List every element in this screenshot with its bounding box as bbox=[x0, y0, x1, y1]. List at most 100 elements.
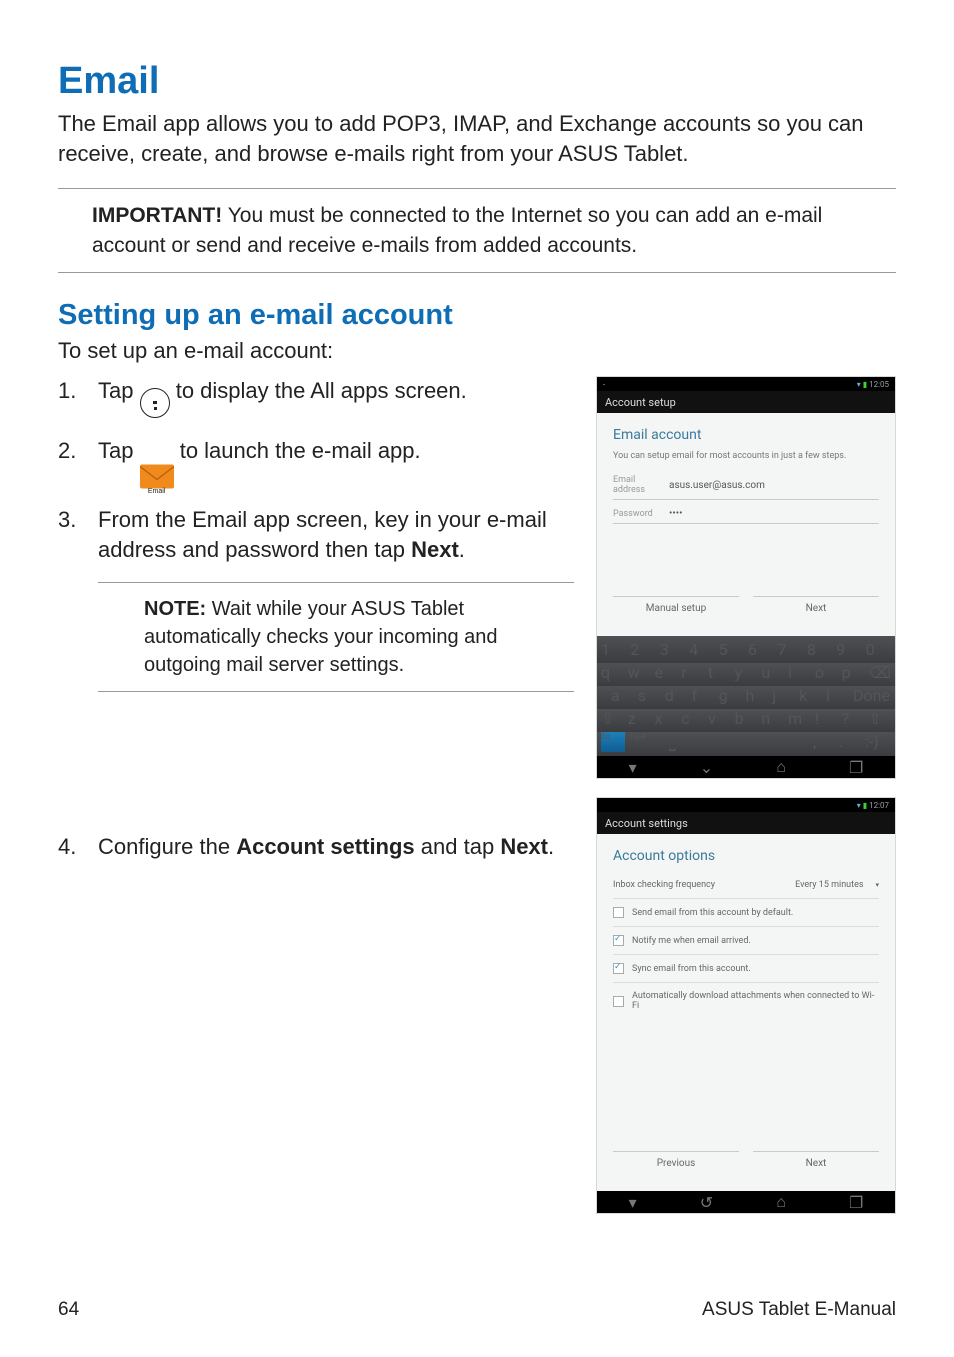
key-o[interactable]: o bbox=[815, 663, 838, 682]
key-k[interactable]: k bbox=[799, 686, 822, 705]
key-w[interactable]: w bbox=[628, 663, 651, 682]
manual-setup-button[interactable]: Manual setup bbox=[613, 596, 739, 620]
key-4[interactable]: 4 bbox=[689, 640, 714, 659]
virtual-keyboard[interactable]: 1 2 3 4 5 6 7 8 9 0 q w e bbox=[597, 636, 895, 756]
inbox-frequency-row[interactable]: Inbox checking frequency Every 15 minute… bbox=[613, 872, 879, 899]
key-g[interactable]: g bbox=[719, 686, 742, 705]
password-field[interactable]: •••• bbox=[669, 508, 879, 519]
key-z[interactable]: z bbox=[628, 709, 651, 728]
key-c[interactable]: c bbox=[681, 709, 704, 728]
key-shift-left[interactable]: ⇧ bbox=[601, 709, 624, 728]
key-backspace[interactable]: ⌫ bbox=[868, 663, 891, 682]
key-question[interactable]: ? bbox=[842, 709, 865, 728]
key-b[interactable]: b bbox=[735, 709, 758, 728]
all-apps-icon bbox=[140, 388, 170, 418]
key-l[interactable]: l bbox=[826, 686, 849, 705]
nav-hide-keyboard-icon[interactable]: ▾ bbox=[629, 758, 637, 777]
option-notify[interactable]: Notify me when email arrived. bbox=[613, 927, 879, 955]
option-sync[interactable]: Sync email from this account. bbox=[613, 955, 879, 983]
checkbox-sync[interactable] bbox=[613, 963, 624, 974]
step-4-text-c: and tap bbox=[415, 834, 501, 859]
password-label: Password bbox=[613, 509, 669, 519]
key-3[interactable]: 3 bbox=[660, 640, 685, 659]
screenshot-account-settings: ▾ ▮ 12:07 Account settings Account optio… bbox=[596, 797, 896, 1214]
previous-button[interactable]: Previous bbox=[613, 1151, 739, 1175]
step-3-text-c: . bbox=[459, 537, 465, 562]
option-default-account[interactable]: Send email from this account by default. bbox=[613, 899, 879, 927]
nav-back-icon[interactable]: ⌄ bbox=[700, 758, 713, 777]
key-period[interactable]: . bbox=[839, 732, 861, 752]
inbox-frequency-value: Every 15 minutes bbox=[795, 880, 863, 890]
nav-recent-icon-2[interactable]: ❐ bbox=[849, 1193, 863, 1212]
key-shift-right[interactable]: ⇧ bbox=[868, 709, 891, 728]
key-y[interactable]: y bbox=[735, 663, 758, 682]
app-bar-2: Account settings bbox=[597, 812, 895, 834]
step-1-text-a: Tap bbox=[98, 378, 140, 403]
key-emoji[interactable]: :-) bbox=[865, 732, 891, 752]
key-f[interactable]: f bbox=[692, 686, 715, 705]
nav-home-icon-2[interactable]: ⌂ bbox=[776, 1192, 786, 1212]
step-3-next: Next bbox=[411, 537, 459, 562]
key-space[interactable]: ⎵ bbox=[669, 732, 809, 752]
next-button[interactable]: Next bbox=[753, 596, 879, 620]
step-3-text-a: From the Email app screen, key in your e… bbox=[98, 507, 547, 563]
key-v[interactable]: v bbox=[708, 709, 731, 728]
key-2[interactable]: 2 bbox=[630, 640, 655, 659]
manual-page: Email The Email app allows you to add PO… bbox=[0, 0, 954, 1357]
checkbox-default-account[interactable] bbox=[613, 907, 624, 918]
key-u[interactable]: u bbox=[761, 663, 784, 682]
password-field-row[interactable]: Password •••• bbox=[613, 504, 879, 524]
key-lang[interactable]: En bbox=[601, 732, 625, 752]
key-1[interactable]: 1 bbox=[601, 640, 626, 659]
email-field-row[interactable]: Email address asus.user@asus.com bbox=[613, 471, 879, 500]
key-n[interactable]: n bbox=[761, 709, 784, 728]
step-3: From the Email app screen, key in your e… bbox=[58, 505, 574, 693]
key-i[interactable]: i bbox=[788, 663, 811, 682]
key-d[interactable]: d bbox=[665, 686, 688, 705]
key-m[interactable]: m bbox=[788, 709, 811, 728]
key-s[interactable]: s bbox=[638, 686, 661, 705]
key-r[interactable]: r bbox=[681, 663, 704, 682]
key-8[interactable]: 8 bbox=[807, 640, 832, 659]
key-p[interactable]: p bbox=[842, 663, 865, 682]
key-done[interactable]: Done bbox=[853, 686, 891, 705]
note-callout: NOTE: Wait while your ASUS Tablet automa… bbox=[98, 582, 574, 692]
key-h[interactable]: h bbox=[745, 686, 768, 705]
key-7[interactable]: 7 bbox=[777, 640, 802, 659]
key-5[interactable]: 5 bbox=[719, 640, 744, 659]
lead-text: To set up an e-mail account: bbox=[58, 338, 896, 364]
option-auto-download[interactable]: Automatically download attachments when … bbox=[613, 983, 879, 1019]
page-number: 64 bbox=[58, 1299, 79, 1321]
nav-hide-keyboard-icon-2[interactable]: ▾ bbox=[629, 1193, 637, 1212]
step-2: Tap Email to launch the e-mail app. bbox=[58, 436, 574, 487]
key-comma[interactable]: , bbox=[813, 732, 835, 752]
footer-title: ASUS Tablet E-Manual bbox=[702, 1299, 896, 1321]
next-button-2[interactable]: Next bbox=[753, 1151, 879, 1175]
step-2-text-b: to launch the e-mail app. bbox=[174, 438, 421, 463]
key-e[interactable]: e bbox=[654, 663, 677, 682]
status-bar: - ▾ ▮ 12:05 bbox=[597, 377, 895, 391]
step-4-next: Next bbox=[500, 834, 548, 859]
key-symbols[interactable]: 1@# bbox=[629, 732, 665, 752]
key-0[interactable]: 0 bbox=[866, 640, 891, 659]
screenshot-account-setup: - ▾ ▮ 12:05 Account setup Email account … bbox=[596, 376, 896, 779]
key-t[interactable]: t bbox=[708, 663, 731, 682]
key-q[interactable]: q bbox=[601, 663, 624, 682]
heading-setup: Setting up an e-mail account bbox=[58, 299, 896, 332]
checkbox-auto-download[interactable] bbox=[613, 996, 624, 1007]
steps-list: Tap to display the All apps screen. Tap … bbox=[58, 376, 574, 863]
key-j[interactable]: j bbox=[772, 686, 795, 705]
nav-bar: ▾ ⌄ ⌂ ❐ bbox=[597, 756, 895, 778]
key-6[interactable]: 6 bbox=[748, 640, 773, 659]
key-x[interactable]: x bbox=[654, 709, 677, 728]
nav-home-icon[interactable]: ⌂ bbox=[776, 757, 786, 777]
step-4-text-a: Configure the bbox=[98, 834, 236, 859]
checkbox-notify[interactable] bbox=[613, 935, 624, 946]
key-a[interactable]: a bbox=[611, 686, 634, 705]
email-field[interactable]: asus.user@asus.com bbox=[669, 480, 879, 491]
nav-back-icon-2[interactable]: ↺ bbox=[700, 1193, 713, 1212]
key-exclaim[interactable]: ! bbox=[815, 709, 838, 728]
nav-recent-icon[interactable]: ❐ bbox=[849, 758, 863, 777]
key-9[interactable]: 9 bbox=[836, 640, 861, 659]
status-time-2: 12:07 bbox=[869, 801, 889, 810]
